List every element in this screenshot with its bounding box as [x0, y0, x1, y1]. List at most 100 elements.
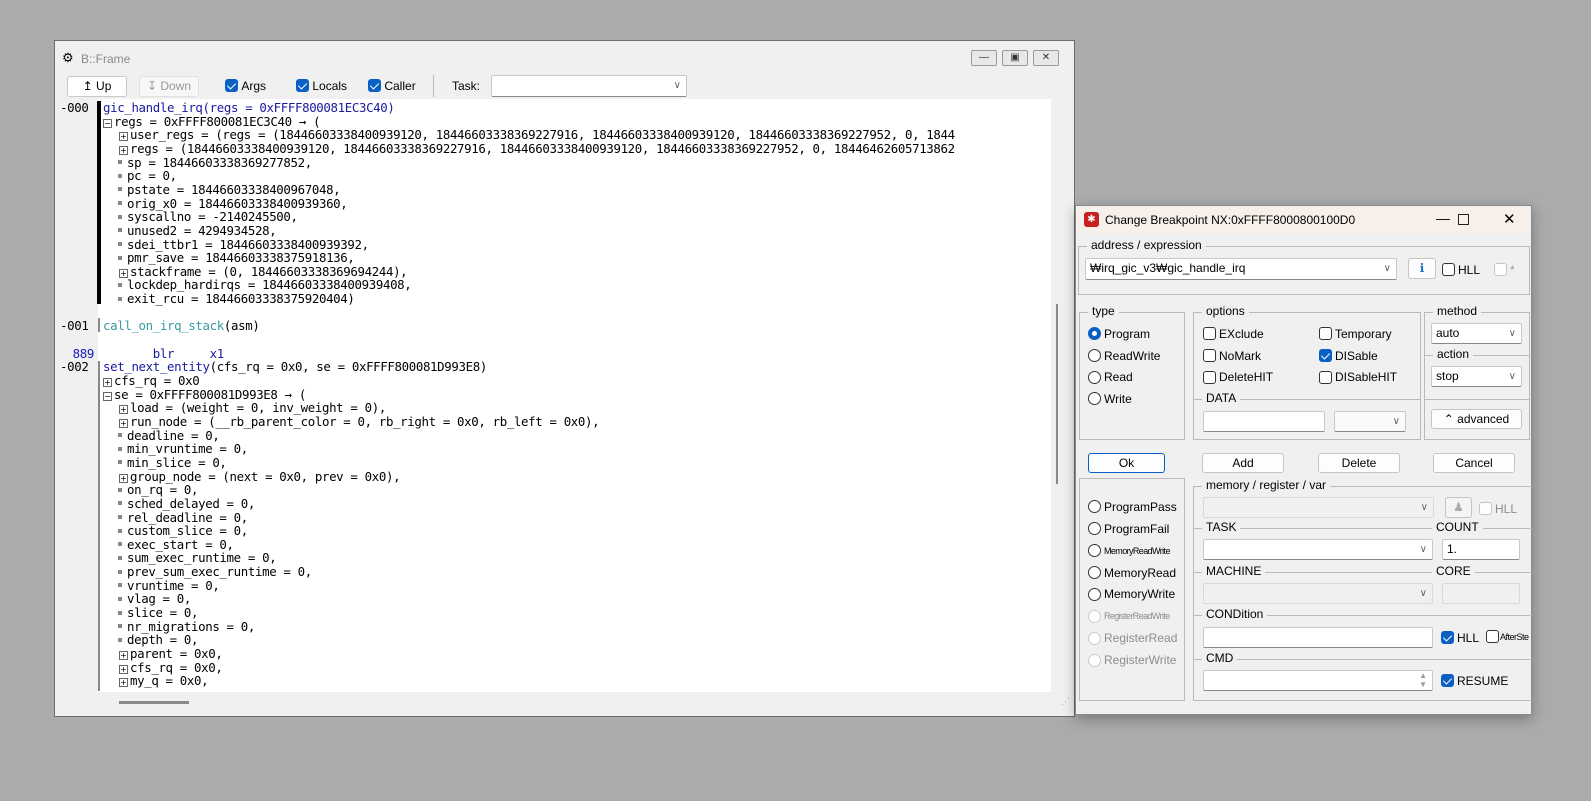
close-button[interactable]: ✕ [1033, 50, 1059, 66]
caller-label: Caller [384, 78, 416, 93]
condition-hll-checkbox[interactable]: HLL [1441, 630, 1479, 645]
code-line[interactable]: -002 set_next_entity(cfs_rq = 0x0, se = 0… [58, 360, 1051, 374]
type-radio-registerwrite[interactable]: RegisterWrite [1088, 652, 1176, 667]
ok-button[interactable]: Ok [1088, 453, 1165, 473]
cmd-input[interactable]: ▲ ▼ [1203, 670, 1433, 691]
option-temporary-checkbox[interactable]: Temporary [1319, 326, 1392, 341]
args-label: Args [241, 78, 267, 93]
type-radio-programfail[interactable]: ProgramFail [1088, 521, 1169, 536]
option-disablehit-checkbox[interactable]: DISableHIT [1319, 370, 1397, 384]
advanced-button[interactable]: ⌃ advanced [1431, 409, 1522, 429]
spinner-icon[interactable]: ▲ ▼ [1419, 671, 1427, 689]
leaf-bullet-icon [118, 515, 122, 519]
up-arrow-icon: ↥ [82, 79, 93, 93]
minimize-button[interactable]: — [971, 50, 997, 66]
cancel-button[interactable]: Cancel [1433, 453, 1515, 473]
type-radio-program[interactable]: Program [1088, 326, 1150, 341]
option-nomark-checkbox[interactable]: NoMark [1203, 348, 1261, 363]
frame-title-bar: ⚙ B::Frame — ▣ ✕ [55, 41, 1074, 73]
type-radio-write[interactable]: Write [1088, 391, 1132, 406]
type-radio-registerreadwrite[interactable]: RegisterReadWrite [1088, 609, 1170, 623]
star-checkbox[interactable]: * [1494, 262, 1515, 277]
type-radio-memoryread[interactable]: MemoryRead [1088, 565, 1176, 580]
leaf-bullet-icon [118, 583, 122, 588]
expand-icon[interactable]: + [119, 405, 128, 415]
vertical-scrollbar[interactable] [1052, 99, 1072, 692]
leaf-bullet-icon [118, 446, 122, 451]
task-select[interactable]: ∨ [491, 75, 687, 97]
down-label: Down [160, 79, 192, 93]
leaf-bullet-icon [118, 228, 122, 233]
frame-level-number: -001 [60, 318, 89, 334]
collapse-icon[interactable]: − [103, 118, 112, 128]
expand-icon[interactable]: + [119, 132, 128, 142]
data-select[interactable]: ∨ [1334, 411, 1406, 432]
method-separator [1425, 399, 1529, 400]
count-input[interactable]: 1. [1442, 539, 1520, 560]
code-line[interactable]: vlag = 0, [58, 592, 1051, 606]
hll-checkbox[interactable]: HLL [1442, 262, 1480, 277]
code-line[interactable]: exit_rcu = 18446603338375920404) [58, 292, 1051, 306]
type-radio-memoryreadwrite[interactable]: MemoryReadWrite [1088, 543, 1170, 558]
task-dialog-select[interactable]: ∨ [1203, 539, 1433, 560]
code-line[interactable]: + group_node = (next = 0x0, prev = 0x0), [58, 469, 1051, 484]
breakpoint-app-icon: ✱ [1084, 212, 1099, 227]
code-line[interactable]: -001 call_on_irq_stack(asm) [58, 319, 1051, 333]
machine-select[interactable]: ∨ [1203, 583, 1433, 604]
mem-symbol-button[interactable]: ♟ [1445, 497, 1472, 518]
type-radio-readwrite[interactable]: ReadWrite [1088, 348, 1160, 363]
resize-grip-icon[interactable]: ⋰ [1061, 696, 1070, 707]
expand-icon[interactable]: + [119, 678, 128, 688]
code-line[interactable]: nr_migrations = 0, [58, 619, 1051, 634]
frame-code-view[interactable]: -000 gic_handle_irq(regs = 0xFFFF800081EC… [58, 99, 1051, 692]
expand-icon[interactable]: + [119, 651, 128, 660]
address-expression-input[interactable]: ₩irq_gic_v3₩gic_handle_irq ∨ [1085, 258, 1397, 280]
mem-hll-checkbox[interactable]: HLL [1479, 501, 1517, 516]
resume-checkbox[interactable]: RESUME [1441, 673, 1508, 688]
type-radio-programpass[interactable]: ProgramPass [1088, 499, 1177, 514]
args-checkbox[interactable]: Args [225, 78, 266, 93]
horizontal-scrollbar[interactable]: ⋰ [58, 692, 1072, 712]
option-deletehit-checkbox[interactable]: DeleteHIT [1203, 370, 1273, 384]
person-icon: ♟ [1453, 500, 1464, 514]
dialog-maximize-button[interactable] [1458, 214, 1469, 225]
action-select[interactable]: stop ∨ [1431, 366, 1522, 387]
expand-icon[interactable]: + [119, 664, 128, 674]
expand-icon[interactable]: + [119, 145, 128, 155]
down-button[interactable]: ↧ Down [139, 76, 199, 97]
action-label: action [1433, 347, 1474, 361]
dialog-minimize-button[interactable]: — [1436, 210, 1450, 226]
data-input[interactable] [1203, 411, 1325, 432]
expand-icon[interactable]: + [119, 268, 128, 278]
maximize-button[interactable]: ▣ [1002, 50, 1028, 66]
expand-icon[interactable]: + [119, 418, 128, 428]
type-radio-registerread[interactable]: RegisterRead [1088, 630, 1177, 645]
type-radio-read[interactable]: Read [1088, 369, 1133, 384]
delete-button[interactable]: Delete [1318, 453, 1400, 473]
memory-register-var-select[interactable]: ∨ [1203, 497, 1434, 518]
expand-icon[interactable]: + [119, 473, 128, 483]
code-line[interactable]: + my_q = 0x0, [58, 674, 1051, 688]
type-radio-memorywrite[interactable]: MemoryWrite [1088, 587, 1175, 601]
condition-label: CONDition [1202, 607, 1268, 621]
code-line[interactable]: sp = 18446603338369277852, [58, 155, 1051, 170]
code-line[interactable]: vruntime = 0, [58, 578, 1051, 593]
option-disable-checkbox[interactable]: DISable [1319, 348, 1378, 363]
afterstep-checkbox[interactable]: AfterSte [1486, 630, 1529, 643]
expand-icon[interactable]: + [103, 378, 112, 387]
add-button[interactable]: Add [1202, 453, 1284, 473]
symbol-browse-button[interactable]: ℹ [1408, 258, 1436, 279]
vertical-scroll-thumb[interactable] [1056, 304, 1058, 484]
locals-checkbox[interactable]: Locals [296, 78, 347, 93]
horizontal-scroll-thumb[interactable] [119, 701, 189, 704]
caller-checkbox[interactable]: Caller [368, 78, 416, 93]
collapse-icon[interactable]: − [103, 391, 112, 401]
chevron-down-icon: ∨ [1508, 328, 1516, 339]
core-input[interactable] [1442, 583, 1520, 604]
condition-input[interactable] [1203, 627, 1433, 648]
dialog-close-button[interactable]: ✕ [1503, 210, 1516, 228]
option-exclude-checkbox[interactable]: EXclude [1203, 326, 1264, 341]
method-select[interactable]: auto ∨ [1431, 323, 1522, 344]
code-text: my_q = 0x0, [130, 673, 209, 689]
up-button[interactable]: ↥ Up [67, 76, 127, 97]
